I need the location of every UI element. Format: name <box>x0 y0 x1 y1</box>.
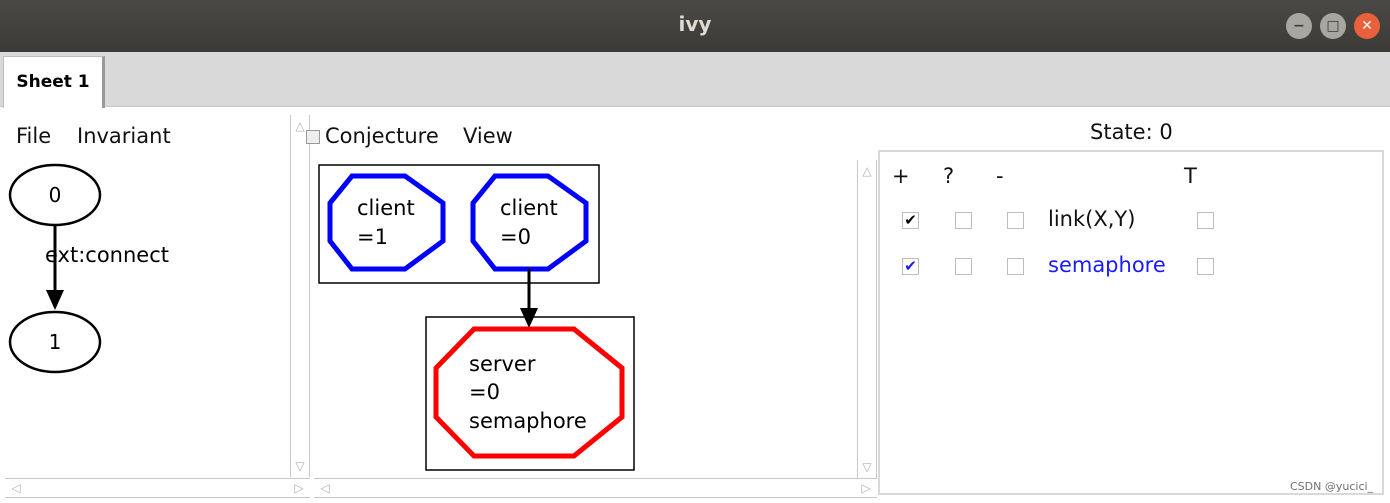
client-1-line2: =1 <box>357 225 388 249</box>
client-0-line1: client <box>500 196 558 220</box>
row-2-plus-checkbox[interactable]: ✔ <box>902 258 919 275</box>
scroll-left-icon[interactable]: ◁ <box>7 479 25 497</box>
minimize-button[interactable]: − <box>1286 13 1312 39</box>
scroll-right-icon[interactable]: ▷ <box>290 479 308 497</box>
relations-panel <box>878 150 1384 495</box>
row-1-minus-checkbox[interactable] <box>1007 212 1024 229</box>
watermark: CSDN @yucici_ <box>1290 480 1374 493</box>
row-1-label[interactable]: link(X,Y) <box>1048 207 1135 231</box>
trace-edge-label: ext:connect <box>45 243 169 267</box>
server-line3: semaphore <box>469 409 587 433</box>
row-1-plus-checkbox[interactable]: ✔ <box>902 212 919 229</box>
tab-bar: Sheet 1 <box>0 52 1390 108</box>
row-2-t-checkbox[interactable] <box>1197 258 1214 275</box>
maximize-icon: □ <box>1326 18 1340 34</box>
close-icon: ✕ <box>1361 18 1373 34</box>
column-minus: - <box>996 164 1004 188</box>
close-button[interactable]: ✕ <box>1354 13 1380 39</box>
row-1-t-checkbox[interactable] <box>1197 212 1214 229</box>
conjecture-graph: client =1 client =0 server =0 semaphore <box>318 164 635 471</box>
center-horizontal-scrollbar[interactable]: ◁ ▷ <box>314 478 877 498</box>
client-server-arrowhead <box>520 308 538 328</box>
trace-node-1-label: 1 <box>49 330 62 354</box>
client-1-line1: client <box>357 196 415 220</box>
scroll-left-icon[interactable]: ◁ <box>316 479 334 497</box>
row-2-minus-checkbox[interactable] <box>1007 258 1024 275</box>
column-t: T <box>1184 164 1197 188</box>
tab-sheet-1[interactable]: Sheet 1 <box>3 56 105 108</box>
column-question: ? <box>943 164 955 188</box>
client-0-line2: =0 <box>500 225 531 249</box>
scroll-down-icon[interactable]: ▽ <box>291 457 309 475</box>
row-2-label[interactable]: semaphore <box>1048 253 1166 277</box>
server-line1: server <box>469 352 536 376</box>
center-panel: Conjecture View client =1 client =0 serv… <box>306 110 857 478</box>
window-title: ivy <box>678 12 712 36</box>
maximize-button[interactable]: □ <box>1320 13 1346 39</box>
row-1-question-checkbox[interactable] <box>955 212 972 229</box>
server-node[interactable] <box>433 326 625 459</box>
trace-graph: 0 ext:connect 1 <box>8 163 169 374</box>
left-vertical-scrollbar[interactable]: △ ▽ <box>290 115 310 477</box>
check-icon: ✔ <box>904 257 917 275</box>
client-0-node[interactable] <box>470 173 589 272</box>
client-1-node[interactable] <box>327 173 446 272</box>
scroll-right-icon[interactable]: ▷ <box>857 479 875 497</box>
check-icon: ✔ <box>904 211 917 229</box>
scroll-down-icon[interactable]: ▽ <box>858 458 876 476</box>
center-vertical-scrollbar[interactable]: △ ▽ <box>857 160 877 478</box>
left-horizontal-scrollbar[interactable]: ◁ ▷ <box>5 478 310 498</box>
window-titlebar: ivy − □ ✕ <box>0 0 1390 52</box>
scroll-up-icon[interactable]: △ <box>858 162 876 180</box>
row-2-question-checkbox[interactable] <box>955 258 972 275</box>
column-plus: + <box>892 164 910 188</box>
minimize-icon: − <box>1293 18 1305 34</box>
left-panel: File Invariant 0 ext:connect 1 <box>0 110 290 480</box>
server-line2: =0 <box>469 380 500 404</box>
trace-node-0-label: 0 <box>49 183 62 207</box>
trace-edge-arrowhead <box>46 290 64 310</box>
state-label: State: 0 <box>1090 120 1173 144</box>
